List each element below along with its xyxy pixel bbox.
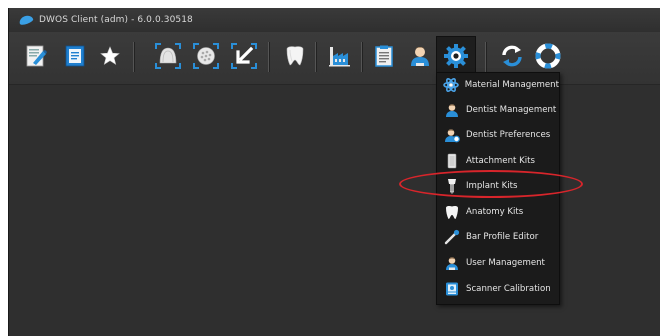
menu-item-material-management[interactable]: Material Management: [437, 73, 559, 97]
sync-button[interactable]: [497, 41, 527, 71]
bar-profile-icon: [443, 228, 461, 246]
main-toolbar: [9, 32, 660, 85]
tooth-button[interactable]: [280, 41, 310, 71]
toolbar-separator: [315, 42, 317, 72]
open-document-button[interactable]: [60, 41, 90, 71]
menu-item-label: Scanner Calibration: [466, 284, 551, 294]
window-title: DWOS Client (adm) - 6.0.0.30518: [39, 15, 193, 25]
menu-item-label: Implant Kits: [466, 181, 518, 191]
material-icon: [443, 76, 460, 94]
toolbar-separator: [133, 42, 135, 72]
tooth-icon: [286, 46, 304, 66]
toolbar-separator: [361, 42, 363, 72]
menu-item-label: Attachment Kits: [466, 156, 535, 166]
menu-item-dentist-preferences[interactable]: Dentist Preferences: [437, 123, 559, 147]
menu-item-label: Anatomy Kits: [466, 207, 524, 217]
dentist-icon: [443, 101, 461, 119]
orders-clipboard-button[interactable]: [369, 41, 399, 71]
menu-item-dentist-management[interactable]: Dentist Management: [437, 98, 559, 122]
app-logo-icon: [18, 13, 34, 27]
scan-plate-icon: [193, 43, 219, 69]
edit-document-icon: [26, 45, 47, 67]
settings-button[interactable]: [441, 41, 471, 71]
scan-jaw-icon: [155, 43, 181, 69]
dentists-button[interactable]: [405, 41, 435, 71]
toolbar-separator: [268, 42, 270, 72]
app-window: DWOS Client (adm) - 6.0.0.30518: [8, 8, 660, 336]
edit-document-button[interactable]: [21, 41, 51, 71]
production-button[interactable]: [325, 41, 355, 71]
menu-item-user-management[interactable]: User Management: [437, 251, 559, 275]
favorites-button[interactable]: [95, 41, 125, 71]
menu-item-label: Dentist Preferences: [466, 130, 551, 140]
import-button[interactable]: [229, 41, 259, 71]
workspace-area: [9, 85, 660, 336]
scanner-calibration-icon: [443, 280, 461, 298]
scan-plate-button[interactable]: [191, 41, 221, 71]
dentist-preferences-icon: [443, 126, 461, 144]
factory-icon: [329, 47, 350, 67]
menu-item-label: Dentist Management: [466, 105, 557, 115]
toolbar-separator: [485, 42, 487, 72]
settings-gear-icon: [444, 44, 468, 68]
menu-item-anatomy-kits[interactable]: Anatomy Kits: [437, 200, 559, 224]
menu-item-label: User Management: [466, 258, 545, 268]
open-document-icon: [65, 45, 85, 67]
scan-jaw-button[interactable]: [153, 41, 183, 71]
attachment-kit-icon: [443, 152, 461, 170]
menu-item-bar-profile-editor[interactable]: Bar Profile Editor: [437, 225, 559, 249]
dentist-icon: [411, 47, 429, 66]
import-arrow-icon: [231, 43, 257, 69]
anatomy-tooth-icon: [443, 203, 461, 221]
star-icon: [100, 46, 120, 65]
user-icon: [443, 254, 461, 272]
menu-item-label: Material Management: [464, 80, 559, 90]
menu-item-implant-kits[interactable]: Implant Kits: [437, 174, 559, 198]
settings-dropdown-menu: Material Management Dentist Management D…: [436, 72, 560, 305]
menu-item-scanner-calibration[interactable]: Scanner Calibration: [437, 277, 559, 301]
screenshot-root: DWOS Client (adm) - 6.0.0.30518 Material…: [0, 0, 660, 336]
help-button[interactable]: [533, 41, 563, 71]
implant-icon: [443, 177, 461, 195]
menu-item-attachment-kits[interactable]: Attachment Kits: [437, 149, 559, 173]
menu-item-label: Bar Profile Editor: [466, 232, 539, 242]
help-lifebuoy-icon: [535, 43, 561, 69]
title-bar: DWOS Client (adm) - 6.0.0.30518: [9, 8, 660, 32]
sync-icon: [502, 45, 522, 67]
clipboard-icon: [375, 45, 393, 67]
